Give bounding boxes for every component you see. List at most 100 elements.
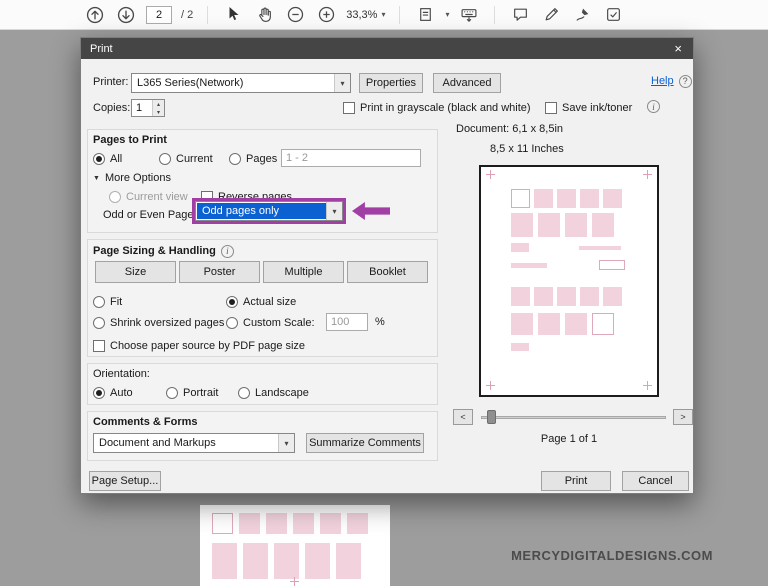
shrink-radio[interactable]	[93, 317, 105, 329]
sticker	[511, 313, 533, 335]
sticker	[565, 313, 587, 335]
save-ink-row: Save ink/toner	[545, 101, 632, 115]
booklet-button[interactable]: Booklet	[347, 261, 428, 283]
grayscale-checkbox[interactable]	[343, 102, 355, 114]
summarize-comments-button[interactable]: Summarize Comments	[306, 433, 424, 453]
landscape-radio[interactable]	[238, 387, 250, 399]
all-radio[interactable]	[93, 153, 105, 165]
sticker	[266, 513, 287, 534]
odd-even-select[interactable]: Odd pages only ▾	[195, 201, 343, 221]
triangle-down-icon: ▼	[93, 175, 100, 182]
sticker	[212, 543, 237, 579]
previous-page-button[interactable]	[84, 4, 106, 26]
sticker	[557, 189, 576, 208]
sticker	[243, 543, 268, 579]
sticker-outline	[212, 513, 233, 534]
next-page-button[interactable]	[115, 4, 137, 26]
actual-size-radio[interactable]	[226, 296, 238, 308]
custom-scale-radio[interactable]	[226, 317, 238, 329]
copies-stepper[interactable]: 1 ▴▾	[131, 99, 165, 117]
more-options-toggle[interactable]: ▼ More Options	[93, 171, 171, 185]
auto-radio[interactable]	[93, 387, 105, 399]
help-link[interactable]: Help	[651, 75, 674, 87]
sign-button[interactable]	[571, 4, 593, 26]
comments-forms-select[interactable]: Document and Markups ▾	[93, 433, 295, 453]
comment-button[interactable]	[509, 4, 531, 26]
close-icon[interactable]: ×	[672, 42, 684, 55]
sticker	[580, 287, 599, 306]
page-number-input[interactable]: 2	[146, 6, 172, 24]
fill-and-sign-button[interactable]	[602, 4, 624, 26]
current-view-radio[interactable]	[109, 191, 121, 203]
landscape-radio-row: Landscape	[238, 386, 309, 400]
fit-label: Fit	[110, 296, 122, 308]
copies-label: Copies:	[93, 102, 130, 114]
save-ink-checkbox[interactable]	[545, 102, 557, 114]
pages-radio-row: Pages	[229, 152, 277, 166]
preview-next-button[interactable]: >	[673, 409, 693, 425]
fit-radio[interactable]	[93, 296, 105, 308]
preview-prev-button[interactable]: <	[453, 409, 473, 425]
sticker-outline	[511, 189, 530, 208]
paper-source-label: Choose paper source by PDF page size	[110, 340, 305, 352]
advanced-button[interactable]: Advanced	[433, 73, 501, 93]
spinner-down-icon[interactable]: ▾	[153, 108, 164, 116]
pages-radio[interactable]	[229, 153, 241, 165]
poster-button[interactable]: Poster	[179, 261, 260, 283]
sticker	[336, 543, 361, 579]
page-fit-button[interactable]	[414, 4, 436, 26]
current-view-label: Current view	[126, 191, 188, 203]
page-setup-button[interactable]: Page Setup...	[89, 471, 161, 491]
page-range-input[interactable]	[281, 149, 421, 167]
question-icon[interactable]: ?	[679, 75, 692, 88]
printer-select[interactable]: L365 Series(Network) ▾	[131, 73, 351, 93]
cancel-button[interactable]: Cancel	[622, 471, 689, 491]
highlight-button[interactable]	[540, 4, 562, 26]
properties-button[interactable]: Properties	[359, 73, 423, 93]
hand-tool-button[interactable]	[253, 4, 275, 26]
arrow-down-circle-icon	[117, 6, 135, 24]
printer-select-value: L365 Series(Network)	[132, 74, 334, 92]
page-total-label: / 2	[181, 9, 193, 21]
crop-mark-icon	[643, 170, 652, 179]
toolbar-separator	[494, 6, 495, 24]
sticker	[534, 287, 553, 306]
sticker	[557, 287, 576, 306]
select-tool-button[interactable]	[222, 4, 244, 26]
acrobat-toolbar: 2 / 2 33,3% ▾ ▾	[0, 0, 768, 30]
comments-forms-heading: Comments & Forms	[93, 416, 198, 428]
current-radio[interactable]	[159, 153, 171, 165]
multiple-button[interactable]: Multiple	[263, 261, 344, 283]
portrait-radio[interactable]	[166, 387, 178, 399]
crop-mark-icon	[486, 381, 495, 390]
landscape-label: Landscape	[255, 387, 309, 399]
chevron-down-icon: ▾	[334, 74, 350, 92]
shrink-radio-row: Shrink oversized pages	[93, 316, 224, 330]
zoom-out-button[interactable]	[284, 4, 306, 26]
custom-scale-input[interactable]	[326, 313, 368, 331]
comments-forms-value: Document and Markups	[94, 434, 278, 452]
page-fit-icon	[417, 6, 434, 23]
paper-source-checkbox[interactable]	[93, 340, 105, 352]
crop-mark-icon	[486, 170, 495, 179]
preview-slider-track[interactable]	[481, 416, 666, 419]
arrow-up-circle-icon	[86, 6, 104, 24]
zoom-level-select[interactable]: 33,3% ▾	[346, 9, 385, 21]
actual-size-label: Actual size	[243, 296, 296, 308]
more-options-label: More Options	[105, 172, 171, 184]
sticker	[534, 189, 553, 208]
info-icon[interactable]: i	[221, 245, 234, 258]
annotation-highlight-box: Odd pages only ▾	[192, 198, 346, 224]
preview-slider-handle[interactable]	[487, 410, 496, 424]
info-icon[interactable]: i	[647, 100, 660, 113]
spinner-up-icon[interactable]: ▴	[153, 100, 164, 108]
size-button[interactable]: Size	[95, 261, 176, 283]
scroll-mode-button[interactable]	[458, 4, 480, 26]
chevron-down-icon: ▾	[326, 202, 342, 220]
print-button[interactable]: Print	[541, 471, 611, 491]
copies-stepper-buttons: ▴▾	[152, 100, 164, 116]
zoom-in-button[interactable]	[315, 4, 337, 26]
dialog-titlebar[interactable]: Print ×	[81, 38, 693, 59]
sticker	[511, 343, 529, 351]
sticker	[580, 189, 599, 208]
